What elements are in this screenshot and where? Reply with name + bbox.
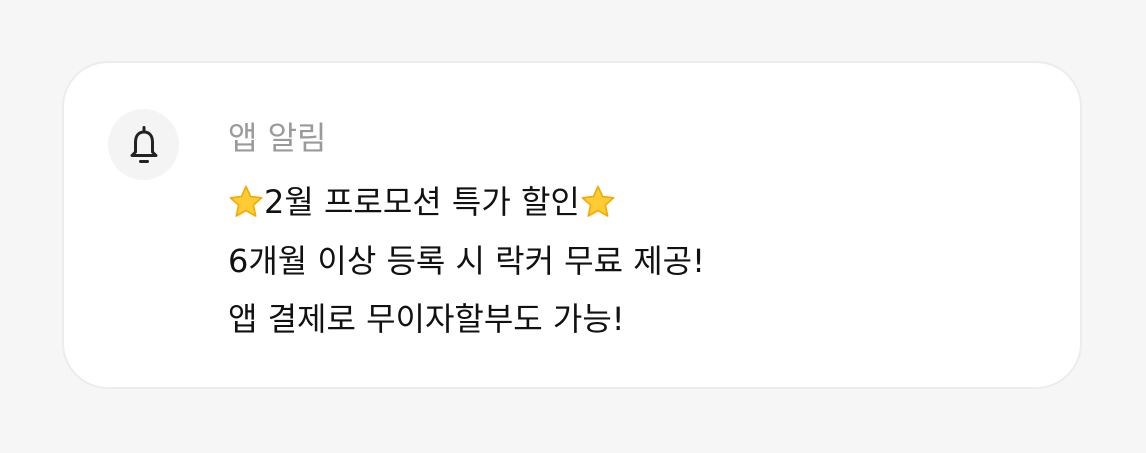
message-line-2: 6개월 이상 등록 시 락커 무료 제공! xyxy=(228,242,705,280)
bell-icon-circle xyxy=(108,109,179,180)
app-label: 앱 알림 xyxy=(228,119,327,157)
message-line-1: 2월 프로모션 특가 할인 xyxy=(228,180,616,224)
message-line-1-text: 2월 프로모션 특가 할인 xyxy=(264,183,580,221)
bell-icon xyxy=(130,125,157,163)
star-icon xyxy=(580,184,616,220)
message-line-3: 앱 결제로 무이자할부도 가능! xyxy=(228,300,625,338)
star-icon xyxy=(228,184,264,220)
